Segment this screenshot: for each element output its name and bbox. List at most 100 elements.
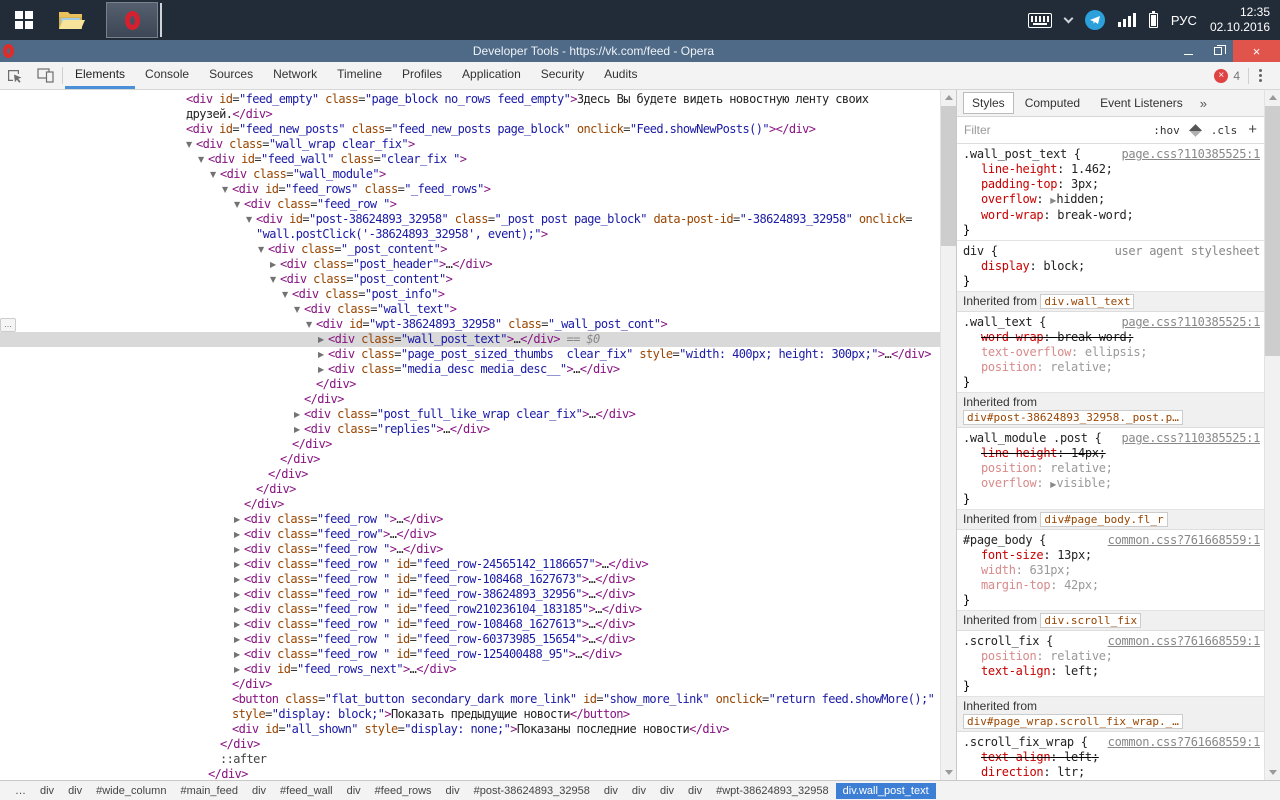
css-property[interactable]: display: block; (963, 259, 1260, 274)
tree-node[interactable]: ▶<div class="feed_row " id="feed_row-108… (0, 617, 940, 632)
css-property-value[interactable]: 631px (1029, 563, 1064, 577)
tab-profiles[interactable]: Profiles (392, 62, 452, 89)
tree-node[interactable]: ▼<div class="wall_text"> (0, 302, 940, 317)
file-explorer-button[interactable] (48, 0, 96, 40)
css-property-value[interactable]: 14px (1071, 446, 1099, 460)
stylesheet-link[interactable]: page.css?110385525:1 (1122, 147, 1261, 162)
tree-node[interactable]: </div> (0, 392, 940, 407)
breadcrumb-item[interactable]: #feed_rows (368, 783, 439, 799)
expand-arrow-right-icon[interactable]: ▶ (234, 587, 244, 602)
tree-node[interactable]: ▼<div class="wall_wrap clear_fix"> (0, 137, 940, 152)
css-property-value[interactable]: left (1064, 750, 1092, 764)
breadcrumb-item[interactable]: #wpt-38624893_32958 (709, 783, 836, 799)
css-property-name[interactable]: word-wrap (981, 330, 1043, 344)
css-property-value[interactable]: 3px (1071, 177, 1092, 191)
styles-filter-input[interactable] (964, 123, 1142, 137)
tree-node[interactable]: ▶<div id="feed_rows_next">…</div> (0, 662, 940, 677)
scroll-down-icon[interactable] (1269, 770, 1277, 775)
expand-arrow-right-icon[interactable]: ▶ (234, 557, 244, 572)
css-property[interactable]: direction: ltr; (963, 765, 1260, 780)
expand-arrow-right-icon[interactable]: ▶ (234, 632, 244, 647)
expand-arrow-down-icon[interactable]: ▼ (282, 287, 292, 302)
tab-security[interactable]: Security (531, 62, 594, 89)
expand-arrow-right-icon[interactable]: ▶ (294, 407, 304, 422)
scroll-up-icon[interactable] (945, 95, 953, 100)
breadcrumb-item[interactable]: … (8, 783, 33, 799)
tree-node[interactable]: </div> (0, 467, 940, 482)
expand-arrow-down-icon[interactable]: ▼ (186, 137, 196, 152)
expand-arrow-down-icon[interactable]: ▼ (210, 167, 220, 182)
css-property-value[interactable]: left (1064, 664, 1092, 678)
inherited-node-link[interactable]: div.scroll_fix (1040, 613, 1141, 628)
css-property-name[interactable]: display (981, 259, 1029, 273)
inherited-node-link[interactable]: div#page_body.fl_r (1040, 512, 1167, 527)
breadcrumb-item[interactable]: div (439, 783, 467, 799)
styles-scrollbar[interactable] (1264, 90, 1280, 780)
expand-arrow-right-icon[interactable]: ▶ (234, 572, 244, 587)
css-property[interactable]: position: relative; (963, 360, 1260, 375)
expand-arrow-right-icon[interactable]: ▶ (270, 257, 280, 272)
expand-arrow-down-icon[interactable]: ▼ (198, 152, 208, 167)
css-property-name[interactable]: direction (981, 765, 1043, 779)
rule-selector[interactable]: .wall_module .post { (963, 431, 1102, 446)
devtools-menu-icon[interactable] (1259, 74, 1262, 77)
css-property-value[interactable]: relative (1050, 461, 1105, 475)
tree-node[interactable]: "wall.postClick('-38624893_32958', event… (0, 227, 940, 242)
css-property-name[interactable]: overflow (981, 476, 1036, 490)
css-property-name[interactable]: word-wrap (981, 208, 1043, 222)
breadcrumb-item[interactable]: div (625, 783, 653, 799)
minimize-button[interactable] (1173, 40, 1203, 62)
expand-arrow-right-icon[interactable]: ▶ (234, 662, 244, 677)
css-property-value[interactable]: 42px (1064, 578, 1092, 592)
css-property-value[interactable]: break-word (1057, 330, 1126, 344)
expand-arrow-right-icon[interactable]: ▶ (318, 332, 328, 347)
tree-node[interactable]: <div id="all_shown" style="display: none… (0, 722, 940, 737)
tree-node[interactable]: </div> (0, 437, 940, 452)
breadcrumb-item-selected[interactable]: div.wall_post_text (836, 783, 936, 799)
tree-node[interactable]: ▶<div class="feed_row " id="feed_row-386… (0, 587, 940, 602)
tree-node[interactable]: ▶<div class="feed_row " id="feed_row-245… (0, 557, 940, 572)
network-signal-icon[interactable] (1118, 13, 1136, 27)
inspect-element-button[interactable] (0, 62, 30, 89)
css-property-value[interactable]: hidden (1056, 192, 1098, 206)
tree-node[interactable]: ▼<div class="post_info"> (0, 287, 940, 302)
css-property[interactable]: position: relative; (963, 461, 1260, 476)
rule-selector[interactable]: .wall_text { (963, 315, 1046, 330)
tree-node[interactable]: ::after (0, 752, 940, 767)
breadcrumb-item[interactable]: div (340, 783, 368, 799)
tree-node[interactable]: </div> (0, 482, 940, 497)
css-property[interactable]: overflow: ▶hidden; (963, 192, 1260, 208)
breadcrumb-item[interactable]: div (681, 783, 709, 799)
expand-arrow-right-icon[interactable]: ▶ (234, 527, 244, 542)
language-indicator[interactable]: РУС (1171, 13, 1197, 28)
tree-node[interactable]: ▼<div id="post-38624893_32958" class="_p… (0, 212, 940, 227)
css-property-name[interactable]: line-height (981, 446, 1057, 460)
css-property-name[interactable]: line-height (981, 162, 1057, 176)
css-property-name[interactable]: font-size (981, 548, 1043, 562)
css-property-value[interactable]: break-word (1057, 208, 1126, 222)
css-property[interactable]: line-height: 1.462; (963, 162, 1260, 177)
toggle-hover-state-button[interactable]: :hov (1153, 124, 1180, 137)
rule-selector[interactable]: .scroll_fix_wrap { (963, 735, 1088, 750)
css-property-name[interactable]: overflow (981, 192, 1036, 206)
tab-elements[interactable]: Elements (65, 62, 135, 89)
inherited-node-link[interactable]: div#post-38624893_32958._post.p… (963, 410, 1183, 425)
css-property[interactable]: padding-top: 3px; (963, 177, 1260, 192)
more-tabs-icon[interactable]: » (1200, 96, 1207, 111)
tree-node[interactable]: ▼<div class="_post_content"> (0, 242, 940, 257)
css-property-name[interactable]: position (981, 649, 1036, 663)
css-property-name[interactable]: position (981, 461, 1036, 475)
css-property-value[interactable]: 13px (1057, 548, 1085, 562)
tree-node-selected[interactable]: ▶<div class="wall_post_text">…</div> == … (0, 332, 940, 347)
stylesheet-link[interactable]: common.css?761668559:1 (1108, 634, 1260, 649)
restore-button[interactable] (1203, 40, 1233, 62)
overflow-hint-pill[interactable]: ... (0, 318, 16, 332)
breadcrumb-item[interactable]: div (245, 783, 273, 799)
tree-node[interactable]: <button class="flat_button secondary_dar… (0, 692, 940, 707)
tree-node[interactable]: друзей.</div> (0, 107, 940, 122)
expand-arrow-right-icon[interactable]: ▶ (234, 542, 244, 557)
rule-selector[interactable]: #page_body { (963, 533, 1046, 548)
css-property[interactable]: width: 631px; (963, 563, 1260, 578)
css-property-value[interactable]: ellipsis (1085, 345, 1140, 359)
css-property[interactable]: position: relative; (963, 649, 1260, 664)
